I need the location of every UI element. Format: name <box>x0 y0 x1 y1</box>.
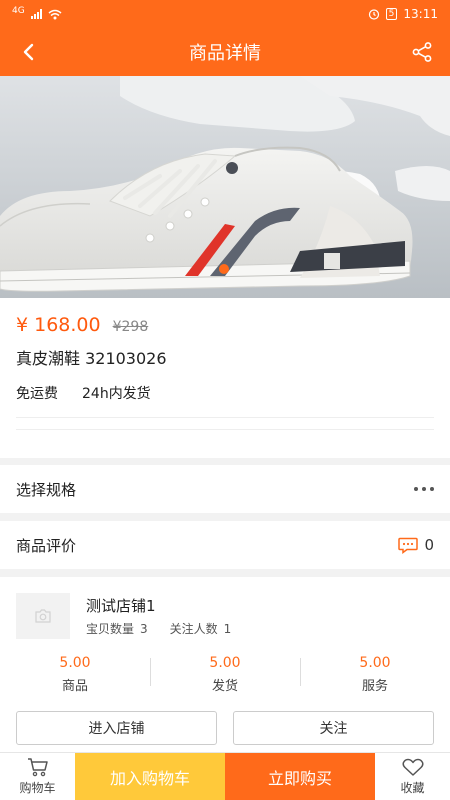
wifi-icon <box>48 9 62 19</box>
tag-24h-dispatch: 24h内发货 <box>82 386 151 402</box>
product-image-carousel[interactable] <box>0 76 450 298</box>
arrow-left-icon <box>23 43 34 61</box>
signal-icon <box>30 9 42 19</box>
page-title: 商品详情 <box>189 43 261 64</box>
buy-now-button[interactable]: 立即购买 <box>225 753 375 800</box>
tag-free-shipping: 免运费 <box>16 386 58 402</box>
shop-name[interactable]: 测试店铺1 <box>86 595 156 616</box>
nav-bar: 商品详情 <box>0 28 450 76</box>
goods-count-label: 宝贝数量 <box>86 622 135 636</box>
score-value: 5.00 <box>59 654 91 671</box>
battery-icon: 5 <box>385 8 398 20</box>
bottom-action-bar: 购物车 加入购物车 立即购买 收藏 <box>0 752 450 800</box>
service-tags: 免运费 24h内发货 <box>16 383 151 403</box>
cart-button[interactable]: 购物车 <box>0 753 75 800</box>
score-label: 商品 <box>61 678 88 694</box>
followers-count: 1 <box>223 622 232 636</box>
current-price: ¥ 168.00 <box>16 314 101 336</box>
follow-shop-button[interactable]: 关注 <box>233 711 434 745</box>
select-spec-row[interactable]: 选择规格 <box>0 465 450 513</box>
alarm-icon <box>368 9 379 20</box>
clock: 13:11 <box>403 7 438 21</box>
shop-scores: 5.00 商品 5.00 发货 5.00 服务 <box>0 652 450 696</box>
favorite-label: 收藏 <box>400 780 425 795</box>
goods-count: 3 <box>140 622 148 636</box>
enter-shop-button[interactable]: 进入店铺 <box>16 711 217 745</box>
cart-icon <box>27 758 48 777</box>
comment-icon <box>398 537 419 554</box>
divider <box>16 429 434 430</box>
share-button[interactable] <box>408 38 436 66</box>
carousel-indicator <box>219 264 229 274</box>
shop-stats: 宝贝数量 3 关注人数 1 <box>86 620 231 637</box>
product-name: 真皮潮鞋 32103026 <box>16 349 167 368</box>
score-goods: 5.00 商品 <box>0 652 150 696</box>
original-price: ¥298 <box>112 319 149 335</box>
share-icon <box>412 42 432 62</box>
add-to-cart-button[interactable]: 加入购物车 <box>75 753 225 800</box>
cart-label: 购物车 <box>19 781 56 795</box>
score-value: 5.00 <box>209 654 241 671</box>
shop-card: 测试店铺1 宝贝数量 3 关注人数 1 5.00 商品 5.00 发货 5.00 服… <box>0 577 450 752</box>
camera-placeholder-icon <box>35 609 51 623</box>
score-label: 发货 <box>211 678 238 694</box>
review-count: 0 <box>424 536 434 554</box>
status-bar: 4G 5 13:11 <box>0 0 450 28</box>
product-detail-page: 4G 5 13:11 商品详情 ¥ 168.00 ¥298 真皮潮鞋 32103… <box>0 0 450 800</box>
heart-icon <box>401 758 424 776</box>
divider <box>16 417 434 418</box>
favorite-button[interactable]: 收藏 <box>375 753 450 800</box>
score-label: 服务 <box>361 678 388 694</box>
product-info: ¥ 168.00 ¥298 真皮潮鞋 32103026 免运费 24h内发货 <box>0 298 450 458</box>
more-icon <box>414 487 434 491</box>
network-type: 4G <box>12 6 25 16</box>
select-spec-label: 选择规格 <box>16 480 77 499</box>
followers-label: 关注人数 <box>169 622 218 636</box>
score-service: 5.00 服务 <box>300 652 450 696</box>
score-value: 5.00 <box>359 654 391 671</box>
score-shipping: 5.00 发货 <box>150 652 300 696</box>
back-button[interactable] <box>14 38 42 66</box>
product-reviews-row[interactable]: 商品评价 0 <box>0 521 450 569</box>
shop-logo[interactable] <box>16 593 70 639</box>
reviews-label: 商品评价 <box>16 536 77 555</box>
